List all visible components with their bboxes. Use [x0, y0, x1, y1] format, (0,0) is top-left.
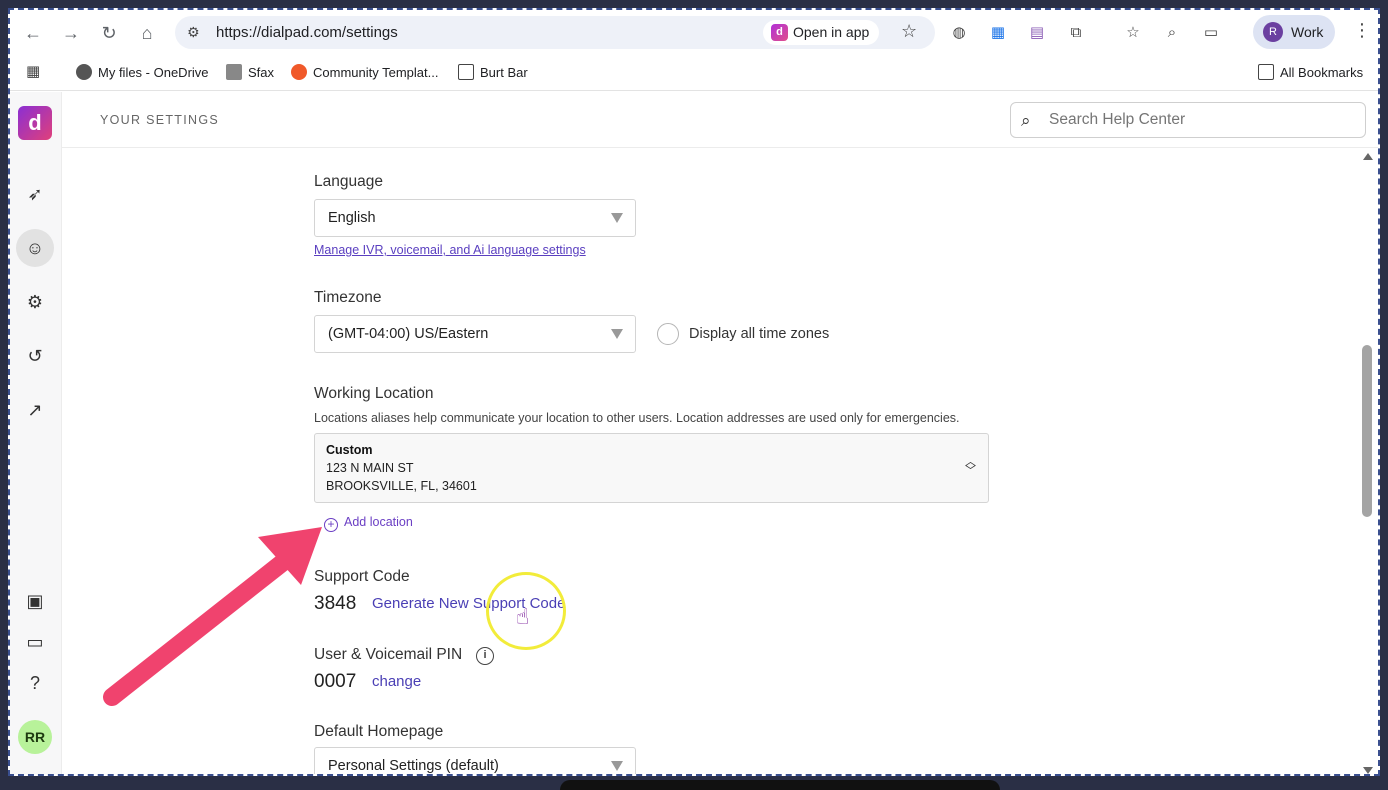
- location-address-line2: BROOKSVILLE, FL, 34601: [326, 479, 477, 493]
- chevron-updown-icon: ︿ ﹀: [965, 456, 976, 477]
- bookmarks-bar: ▦ My files - OneDrive Sfax Community Tem…: [10, 55, 1378, 91]
- bookmark-burt-bar[interactable]: Burt Bar: [458, 64, 528, 80]
- plus-circle-icon: +: [324, 518, 338, 532]
- support-code-label: Support Code: [314, 568, 410, 585]
- rocket-icon[interactable]: ➶: [16, 175, 54, 213]
- bookmark-sfax[interactable]: Sfax: [226, 64, 274, 80]
- support-code-value: 3848: [314, 593, 357, 614]
- apps-grid-icon[interactable]: ▦: [26, 62, 40, 80]
- profile-label: Work: [1291, 24, 1324, 40]
- onedrive-icon: [76, 64, 92, 80]
- manage-language-link[interactable]: Manage IVR, voicemail, and Ai language s…: [314, 243, 586, 257]
- working-location-select[interactable]: Custom 123 N MAIN ST BROOKSVILLE, FL, 34…: [314, 433, 989, 503]
- search-input[interactable]: [1049, 110, 1349, 130]
- browser-menu-icon[interactable]: ⋮: [1353, 20, 1371, 41]
- default-homepage-label: Default Homepage: [314, 723, 444, 740]
- add-location-button[interactable]: + Add location: [324, 515, 413, 532]
- favorites-icon[interactable]: ☆: [1122, 22, 1144, 44]
- location-name: Custom: [326, 443, 373, 457]
- chevron-down-icon: [611, 213, 623, 223]
- bookmark-label: Community Templat...: [313, 65, 439, 80]
- pin-label: User & Voicemail PIN: [314, 646, 463, 663]
- extension-grid-icon[interactable]: ▦: [987, 22, 1009, 44]
- user-avatar[interactable]: RR: [18, 720, 52, 754]
- working-location-description: Locations aliases help communicate your …: [314, 411, 960, 425]
- dialpad-logo-icon[interactable]: d: [18, 106, 52, 140]
- page-title: YOUR SETTINGS: [100, 113, 219, 127]
- back-icon[interactable]: ←: [20, 20, 46, 46]
- timezone-value: (GMT-04:00) US/Eastern: [328, 326, 489, 342]
- nav-rail: d ➶ ☺ ⚙ ↺ ↗ ▣ ▭ ? RR: [10, 92, 62, 774]
- address-bar[interactable]: ⚙ https://dialpad.com/settings d Open in…: [175, 16, 935, 49]
- settings-header: YOUR SETTINGS ⌕: [62, 92, 1378, 148]
- extensions-puzzle-icon[interactable]: ⧉: [1065, 22, 1087, 44]
- scrollbar-thumb[interactable]: [1362, 345, 1372, 517]
- add-location-label: Add location: [344, 515, 413, 529]
- working-location-label: Working Location: [314, 385, 434, 402]
- timezone-select[interactable]: (GMT-04:00) US/Eastern: [314, 315, 636, 353]
- display-all-timezones-label[interactable]: Display all time zones: [689, 326, 829, 342]
- video-icon[interactable]: ▭: [16, 623, 54, 661]
- bookmark-star-icon[interactable]: ☆: [901, 21, 917, 42]
- profile-button[interactable]: R Work: [1253, 15, 1335, 49]
- bottom-bar: [560, 780, 1000, 790]
- scrollbar[interactable]: [1358, 149, 1378, 774]
- folder-icon: [458, 64, 474, 80]
- scroll-up-icon[interactable]: [1363, 153, 1373, 160]
- gear-icon[interactable]: ⚙: [16, 283, 54, 321]
- extension-pdf-icon[interactable]: ▤: [1026, 22, 1048, 44]
- help-search[interactable]: ⌕: [1010, 102, 1366, 138]
- chevron-down-icon: [611, 761, 623, 771]
- display-all-timezones-radio[interactable]: [657, 323, 679, 345]
- all-bookmarks-label: All Bookmarks: [1280, 65, 1364, 80]
- cast-icon[interactable]: ▭: [1200, 22, 1222, 44]
- dialpad-app-icon[interactable]: ▣: [16, 582, 54, 620]
- bookmark-onedrive[interactable]: My files - OneDrive: [76, 64, 209, 80]
- extension-globe-icon[interactable]: ◍: [948, 22, 970, 44]
- language-label: Language: [314, 173, 383, 190]
- profile-avatar: R: [1263, 22, 1283, 42]
- folder-icon: [1258, 64, 1274, 80]
- site-info-icon[interactable]: ⚙: [187, 24, 205, 42]
- browser-window: ← → ↻ ⌂ ⚙ https://dialpad.com/settings d…: [8, 8, 1380, 776]
- sfax-icon: [226, 64, 242, 80]
- location-address-line1: 123 N MAIN ST: [326, 461, 414, 475]
- reload-icon[interactable]: ↻: [96, 20, 122, 46]
- person-icon[interactable]: ☺: [16, 229, 54, 267]
- timezone-label: Timezone: [314, 289, 382, 306]
- info-icon[interactable]: i: [476, 647, 494, 665]
- chevron-down-icon: [611, 329, 623, 339]
- bookmark-community-templates[interactable]: Community Templat...: [291, 64, 438, 80]
- bookmark-label: My files - OneDrive: [98, 65, 209, 80]
- search-icon: ⌕: [1021, 111, 1031, 130]
- pin-value: 0007: [314, 671, 357, 692]
- bookmark-label: Sfax: [248, 65, 275, 80]
- browser-toolbar: ← → ↻ ⌂ ⚙ https://dialpad.com/settings d…: [10, 10, 1378, 55]
- open-in-app-label: Open in app: [793, 24, 870, 40]
- community-icon: [291, 64, 307, 80]
- default-homepage-select[interactable]: Personal Settings (default): [314, 747, 636, 774]
- home-icon[interactable]: ⌂: [134, 20, 160, 46]
- forward-icon[interactable]: →: [58, 20, 84, 46]
- default-homepage-value: Personal Settings (default): [328, 758, 499, 774]
- language-select[interactable]: English: [314, 199, 636, 237]
- all-bookmarks[interactable]: All Bookmarks: [1258, 64, 1363, 80]
- settings-content: Language English Manage IVR, voicemail, …: [62, 149, 1358, 774]
- search-tab-icon[interactable]: ⌕: [1161, 22, 1183, 44]
- history-icon[interactable]: ↺: [16, 337, 54, 375]
- url-text: https://dialpad.com/settings: [216, 24, 398, 41]
- scroll-down-icon[interactable]: [1363, 767, 1373, 774]
- language-value: English: [328, 210, 376, 226]
- dialpad-app: d ➶ ☺ ⚙ ↺ ↗ ▣ ▭ ? RR YOUR SETTINGS ⌕ Lan…: [10, 92, 1378, 774]
- dialpad-app-icon: d: [771, 24, 788, 41]
- change-pin-link[interactable]: change: [372, 673, 421, 690]
- bookmark-label: Burt Bar: [480, 65, 528, 80]
- trending-icon[interactable]: ↗: [16, 391, 54, 429]
- open-in-app-button[interactable]: d Open in app: [763, 20, 880, 45]
- help-icon[interactable]: ?: [16, 664, 54, 702]
- hand-pointer-icon: ☝: [516, 604, 530, 629]
